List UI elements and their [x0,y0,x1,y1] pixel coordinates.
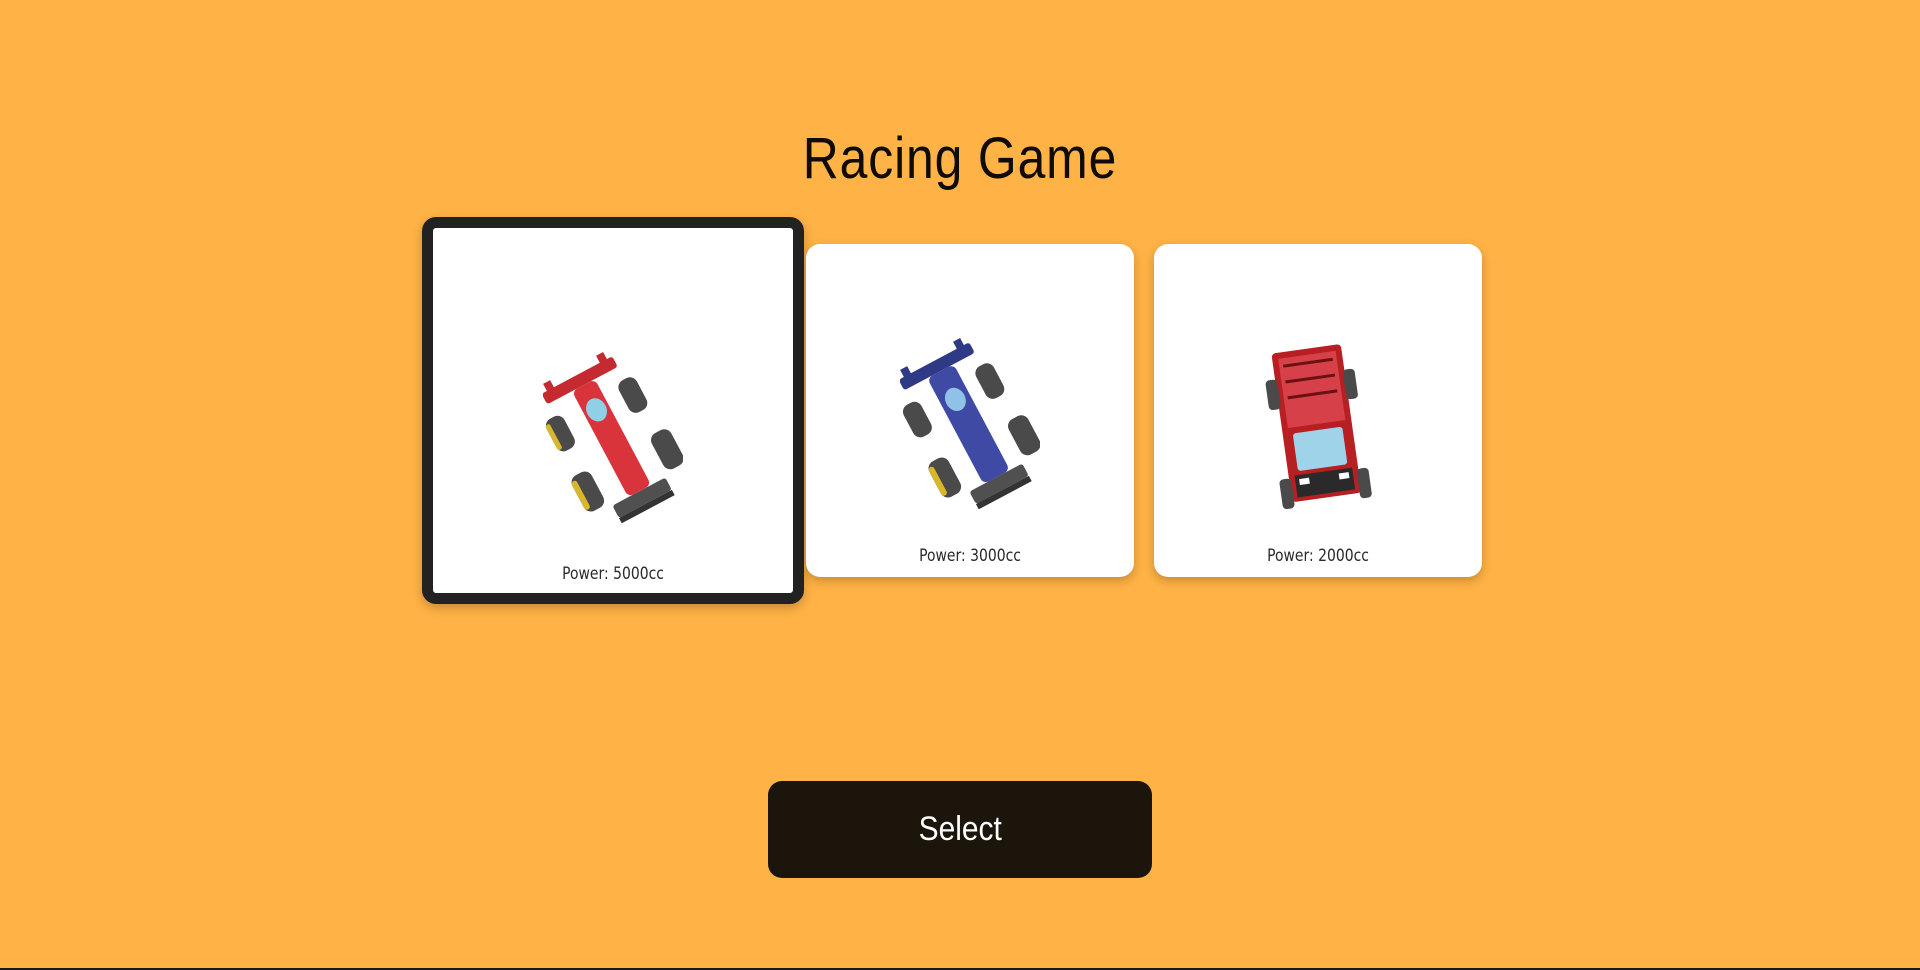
car-power-label: Power: 5000cc [562,564,664,584]
blue-race-car-icon [900,337,1040,510]
car-card-red-racer[interactable]: Power: 5000cc [422,217,804,604]
car-card-blue-racer[interactable]: Power: 3000cc [806,244,1134,577]
car-card-fire-truck[interactable]: Power: 2000cc [1154,244,1482,577]
select-button[interactable]: Select [768,781,1152,878]
select-button-label: Select [918,810,1002,848]
red-race-car-icon [543,351,683,524]
car-power-label: Power: 3000cc [919,546,1021,566]
car-power-label: Power: 2000cc [1267,546,1369,566]
fire-truck-icon [1265,344,1372,510]
